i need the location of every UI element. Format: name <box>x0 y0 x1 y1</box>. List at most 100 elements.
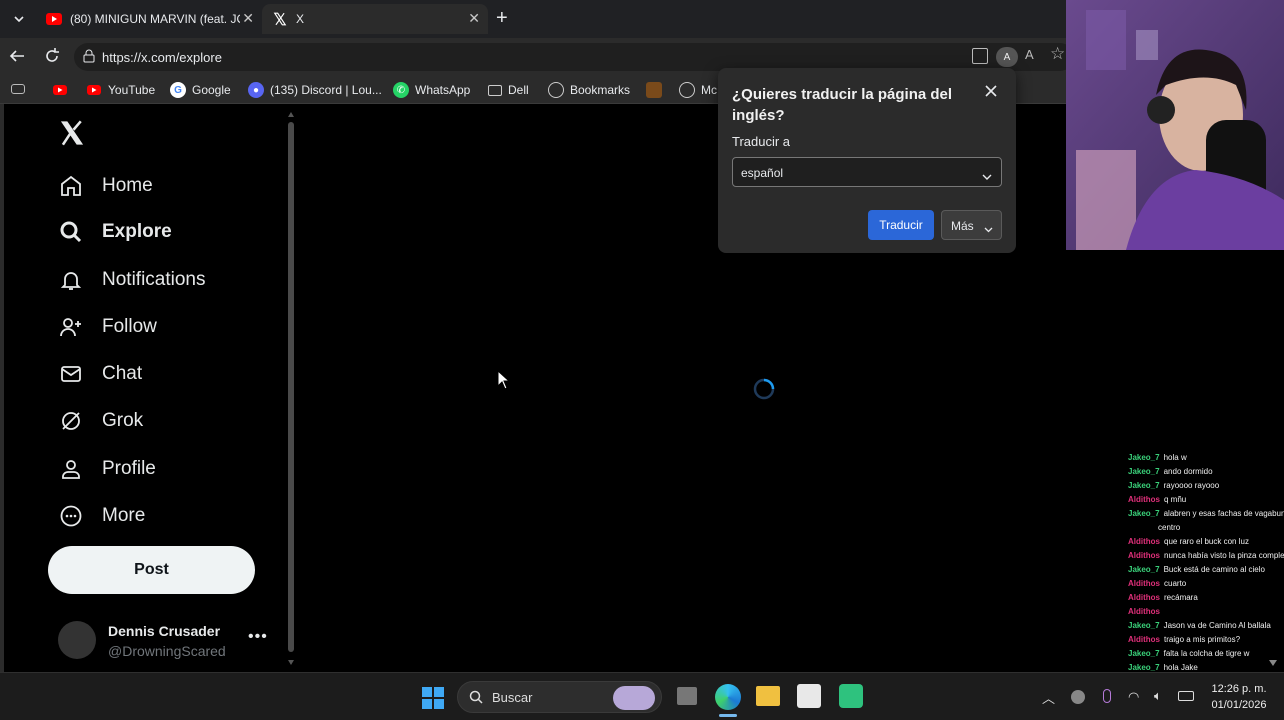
x-logo-icon[interactable] <box>58 119 86 147</box>
nav-home[interactable]: Home <box>58 168 153 204</box>
chat-username: Aldithos <box>1128 635 1160 644</box>
bookmark-dell[interactable]: Dell <box>488 81 529 99</box>
extensions-icon[interactable] <box>972 48 988 64</box>
chat-username: Jakeo_7 <box>1128 649 1160 658</box>
volume-icon[interactable]: 🔈︎ <box>1154 688 1162 704</box>
nav-more[interactable]: More <box>58 498 145 534</box>
post-button[interactable]: Post <box>48 546 255 594</box>
youtube-icon <box>46 11 62 27</box>
google-icon: G <box>170 82 186 98</box>
close-icon[interactable]: ✕ <box>242 10 254 27</box>
more-options-button[interactable]: Más <box>941 210 1002 240</box>
new-tab-button[interactable]: + <box>496 8 508 28</box>
read-aloud-icon[interactable]: A <box>1025 47 1034 62</box>
bookmark-youtube-short[interactable] <box>52 81 74 99</box>
x-logo-icon <box>272 11 288 27</box>
scrollbar-thumb[interactable] <box>288 122 294 652</box>
bookmark-label: Mc <box>701 83 717 97</box>
bookmark-mc[interactable]: Mc <box>679 81 717 99</box>
nav-follow[interactable]: Follow <box>58 309 157 345</box>
chat-username: Jakeo_7 <box>1128 509 1160 518</box>
battery-icon[interactable] <box>1178 691 1194 701</box>
arrow-left-icon <box>9 50 24 62</box>
tray-app-icon[interactable] <box>1071 690 1085 704</box>
reload-icon <box>46 48 59 62</box>
chat-text: Jason va de Camino Al ballala <box>1163 621 1271 630</box>
bookmark-whatsapp[interactable]: ✆ WhatsApp <box>393 81 470 99</box>
scroll-down-icon[interactable] <box>288 660 294 665</box>
show-hidden-icons[interactable]: ︿ <box>1042 688 1055 707</box>
windows-taskbar: Buscar ︿ ◠ 🔈︎ 12:26 p. m. 01/01/2026 <box>0 672 1284 720</box>
nav-label: Explore <box>102 221 172 242</box>
folder-icon <box>488 84 502 96</box>
chat-text: hola w <box>1163 453 1187 462</box>
scroll-down-icon[interactable] <box>1269 660 1277 666</box>
chat-username: Aldithos <box>1128 551 1160 560</box>
language-select[interactable]: español <box>732 157 1002 187</box>
edge-icon[interactable] <box>715 684 741 710</box>
chat-message: Jakeo_7 Jason va de Camino Al ballala <box>1128 620 1271 631</box>
mail-icon <box>58 361 84 387</box>
tab-youtube[interactable]: (80) MINIGUN MARVIN (feat. JOH ✕ <box>36 4 262 34</box>
more-dots-icon: ••• <box>248 628 268 645</box>
bookmark-ext[interactable] <box>646 81 668 99</box>
bookmark-discord[interactable]: ● (135) Discord | Lou... <box>248 81 382 99</box>
nav-profile[interactable]: Profile <box>58 451 156 487</box>
translate-icon[interactable]: A <box>996 47 1018 67</box>
chat-username: Jakeo_7 <box>1128 663 1160 672</box>
taskbar-search-box[interactable]: Buscar <box>457 681 662 713</box>
sidebar-scrollbar[interactable] <box>287 112 295 668</box>
search-highlight-icon <box>613 686 655 710</box>
chat-text: rayoooo rayooo <box>1163 481 1220 490</box>
site-info-icon[interactable] <box>82 49 96 63</box>
chat-message: Jakeo_7 Buck está de camino al cielo <box>1128 564 1265 575</box>
tab-x[interactable]: X ✕ <box>262 4 488 34</box>
nav-chat[interactable]: Chat <box>58 356 142 392</box>
store-icon[interactable] <box>797 684 821 708</box>
chat-username: Jakeo_7 <box>1128 621 1160 630</box>
bookmark-youtube[interactable]: YouTube <box>86 81 155 99</box>
address-bar[interactable]: https://x.com/explore <box>74 43 1074 71</box>
chat-username: Aldithos <box>1128 607 1160 616</box>
microphone-icon[interactable] <box>1103 689 1111 703</box>
whatsapp-icon: ✆ <box>393 82 409 98</box>
app-icon[interactable] <box>839 684 863 708</box>
start-button[interactable] <box>422 687 444 709</box>
clock-time[interactable]: 12:26 p. m. <box>1204 683 1274 695</box>
back-button[interactable] <box>8 47 28 67</box>
favorite-star-icon[interactable]: ☆ <box>1050 44 1065 64</box>
wifi-icon[interactable]: ◠ <box>1128 689 1139 705</box>
chevron-down-icon <box>14 16 24 23</box>
bookmark-google[interactable]: G Google <box>170 81 231 99</box>
reload-button[interactable] <box>43 47 63 67</box>
chat-username: Aldithos <box>1128 537 1160 546</box>
youtube-icon <box>52 82 68 98</box>
translate-button[interactable]: Traducir <box>868 210 934 240</box>
account-handle: @DrowningScared <box>108 643 226 659</box>
mouse-cursor-icon <box>497 369 511 390</box>
chat-message: centro <box>1128 522 1180 533</box>
bookmark-label: Dell <box>508 83 529 97</box>
task-view-icon[interactable] <box>677 687 697 705</box>
nav-label: Follow <box>102 316 157 337</box>
nav-grok[interactable]: Grok <box>58 403 143 439</box>
loading-spinner <box>752 377 776 401</box>
chat-message: Aldithos traigo a mis primitos? <box>1128 634 1240 645</box>
bookmark-label: Bookmarks <box>570 83 631 97</box>
clock-date[interactable]: 01/01/2026 <box>1204 699 1274 711</box>
nav-notifications[interactable]: Notifications <box>58 262 206 298</box>
chat-username: Jakeo_7 <box>1128 481 1160 490</box>
nav-explore[interactable]: Explore <box>58 214 172 250</box>
chat-text: que raro el buck con luz <box>1164 537 1249 546</box>
account-switcher[interactable]: Dennis Crusader @DrowningScared ••• <box>58 620 278 662</box>
file-explorer-icon[interactable] <box>756 686 780 706</box>
scroll-up-icon[interactable] <box>288 112 294 117</box>
chat-username: Jakeo_7 <box>1128 565 1160 574</box>
close-icon[interactable]: ✕ <box>468 10 480 27</box>
nav-label: Home <box>102 175 153 196</box>
close-icon[interactable] <box>982 82 1000 100</box>
bookmark-bookmarks[interactable]: Bookmarks <box>548 81 630 99</box>
bookmark-label: YouTube <box>108 83 156 97</box>
tab-list-button[interactable] <box>8 9 30 29</box>
sidebar-toggle-icon[interactable] <box>11 84 25 94</box>
